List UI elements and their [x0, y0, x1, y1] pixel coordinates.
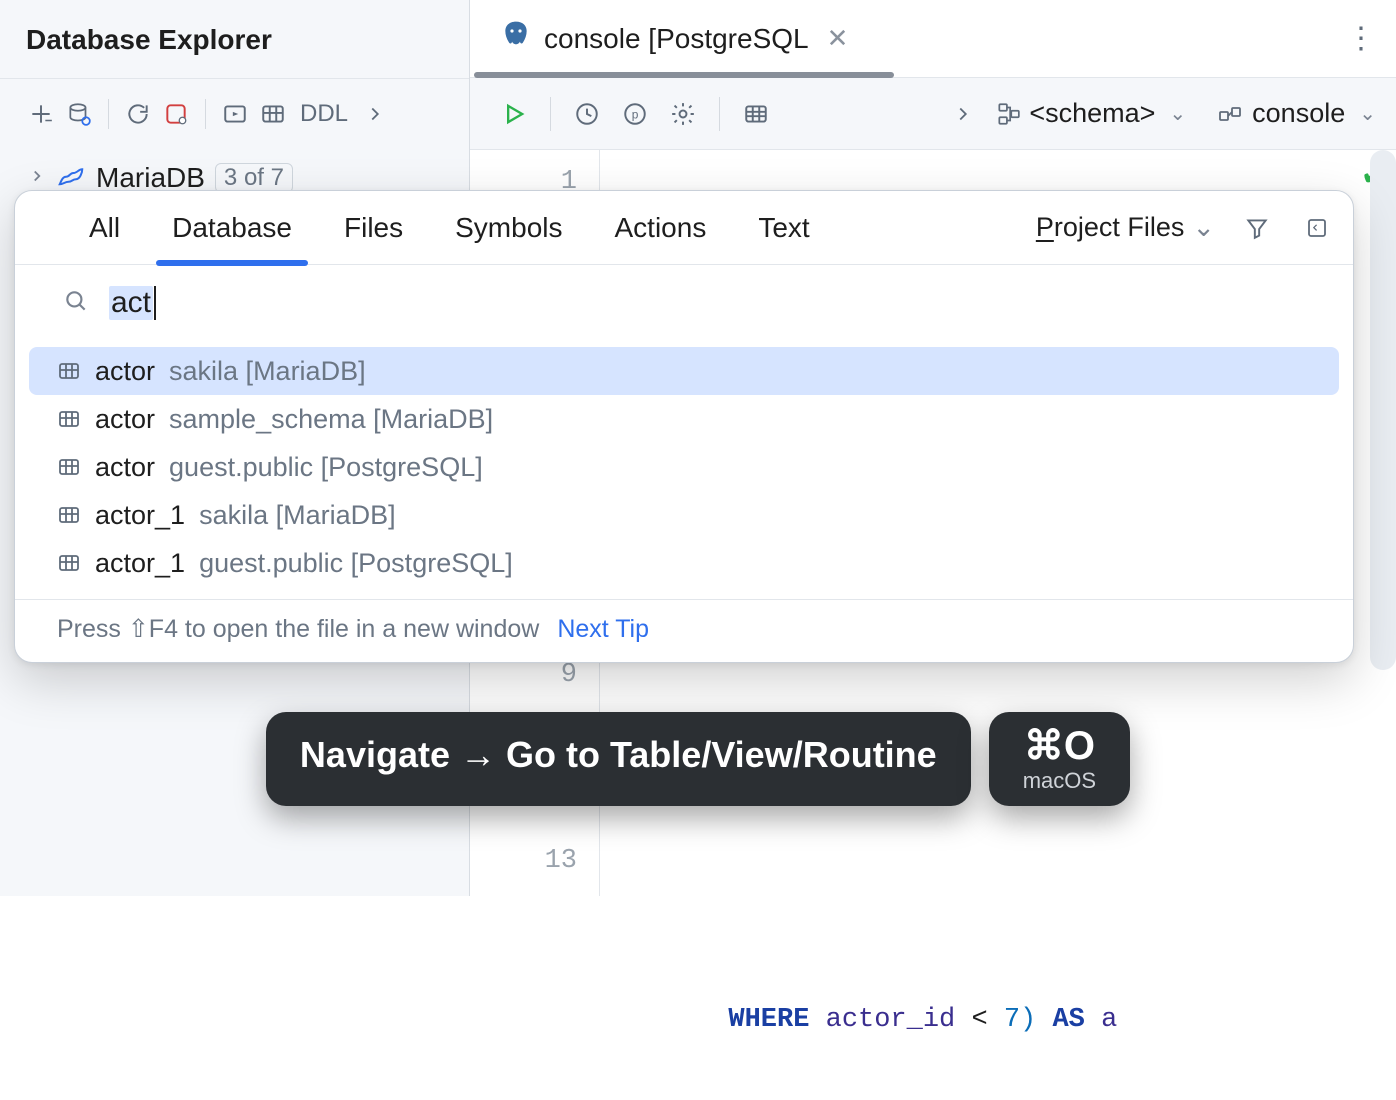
line-number: 10 — [470, 702, 577, 755]
result-context: sakila [MariaDB] — [169, 356, 366, 387]
result-context: sakila [MariaDB] — [199, 500, 396, 531]
result-name: actor_1 — [95, 500, 185, 531]
search-everywhere-popup: All Database Files Symbols Actions Text … — [14, 190, 1354, 663]
chevron-down-icon: ⌄ — [1169, 101, 1186, 126]
result-context: guest.public [PostgreSQL] — [199, 548, 513, 579]
tab-console[interactable]: console [PostgreSQL ✕ — [488, 1, 860, 77]
stop-icon[interactable] — [157, 95, 195, 133]
search-row: act — [15, 265, 1353, 341]
search-icon — [63, 288, 89, 319]
data-grid-icon[interactable] — [734, 92, 778, 136]
tab-database[interactable]: Database — [146, 191, 318, 265]
tab-all[interactable]: All — [63, 191, 146, 265]
table-view-icon[interactable] — [254, 95, 292, 133]
postgresql-icon — [500, 19, 532, 58]
chevron-down-icon: ⌄ — [1359, 101, 1376, 126]
scope-selector[interactable]: Project Files ⌄ — [1036, 212, 1215, 243]
tab-actions[interactable]: Actions — [589, 191, 733, 265]
editor-tabbar: console [PostgreSQL ✕ ⋮ — [470, 0, 1396, 78]
new-icon[interactable] — [22, 95, 60, 133]
schema-label: <schema> — [1029, 98, 1155, 129]
table-icon — [57, 551, 81, 575]
settings-icon[interactable] — [661, 92, 705, 136]
chevron-right-icon — [28, 165, 46, 191]
chevron-right-icon[interactable] — [356, 95, 394, 133]
pin-icon[interactable] — [1299, 210, 1335, 246]
datasource-properties-icon[interactable] — [60, 95, 98, 133]
footer-hint: Press ⇧F4 to open the file in a new wind… — [57, 614, 539, 644]
close-icon[interactable]: ✕ — [821, 23, 849, 54]
result-row[interactable]: actor sample_schema [MariaDB] — [29, 395, 1339, 443]
history-icon[interactable] — [565, 92, 609, 136]
result-name: actor — [95, 404, 155, 435]
chevron-down-icon: ⌄ — [1192, 212, 1215, 243]
result-name: actor_1 — [95, 548, 185, 579]
table-icon — [57, 503, 81, 527]
chevron-right-icon[interactable] — [941, 92, 985, 136]
result-name: actor — [95, 356, 155, 387]
popup-footer: Press ⇧F4 to open the file in a new wind… — [15, 599, 1353, 662]
svg-text:p: p — [632, 107, 639, 121]
ddl-button[interactable]: DDL — [292, 100, 356, 128]
run-icon[interactable] — [492, 92, 536, 136]
search-input[interactable]: act — [109, 286, 156, 320]
jump-to-console-icon[interactable] — [216, 95, 254, 133]
tree-node-badge: 3 of 7 — [215, 163, 293, 193]
result-name: actor — [95, 452, 155, 483]
tab-files[interactable]: Files — [318, 191, 429, 265]
schema-selector[interactable]: <schema> ⌄ — [989, 98, 1192, 129]
search-tabs: All Database Files Symbols Actions Text … — [15, 191, 1353, 265]
next-tip-link[interactable]: Next Tip — [557, 615, 649, 644]
search-results: actor sakila [MariaDB] actor sample_sche… — [15, 341, 1353, 599]
session-selector[interactable]: console ⌄ — [1210, 98, 1382, 129]
line-number: 13 — [470, 835, 577, 888]
table-icon — [57, 407, 81, 431]
session-label: console — [1252, 98, 1345, 129]
sidebar-title: Database Explorer — [0, 0, 469, 79]
tab-symbols[interactable]: Symbols — [429, 191, 588, 265]
separator — [719, 97, 720, 131]
separator — [550, 97, 551, 131]
result-row[interactable]: actor_1 sakila [MariaDB] — [29, 491, 1339, 539]
filter-icon[interactable] — [1239, 210, 1275, 246]
separator — [108, 99, 109, 129]
tab-underline — [474, 72, 894, 78]
mariadb-icon — [56, 163, 86, 193]
tab-label: console [PostgreSQL — [544, 23, 809, 55]
separator — [205, 99, 206, 129]
table-icon — [57, 359, 81, 383]
result-row[interactable]: actor_1 guest.public [PostgreSQL] — [29, 539, 1339, 587]
result-row[interactable]: actor sakila [MariaDB] — [29, 347, 1339, 395]
table-icon — [57, 455, 81, 479]
result-row[interactable]: actor guest.public [PostgreSQL] — [29, 443, 1339, 491]
refresh-icon[interactable] — [119, 95, 157, 133]
search-query-text: act — [109, 286, 153, 320]
vertical-scrollbar[interactable] — [1370, 150, 1396, 670]
sidebar-toolbar: DDL — [0, 79, 469, 149]
explain-plan-icon[interactable]: p — [613, 92, 657, 136]
text-caret — [154, 286, 156, 320]
result-context: sample_schema [MariaDB] — [169, 404, 493, 435]
tab-text[interactable]: Text — [732, 191, 835, 265]
kebab-menu-icon[interactable]: ⋮ — [1334, 15, 1386, 62]
result-context: guest.public [PostgreSQL] — [169, 452, 483, 483]
editor-toolbar: p <schema> ⌄ console ⌄ — [470, 78, 1396, 150]
